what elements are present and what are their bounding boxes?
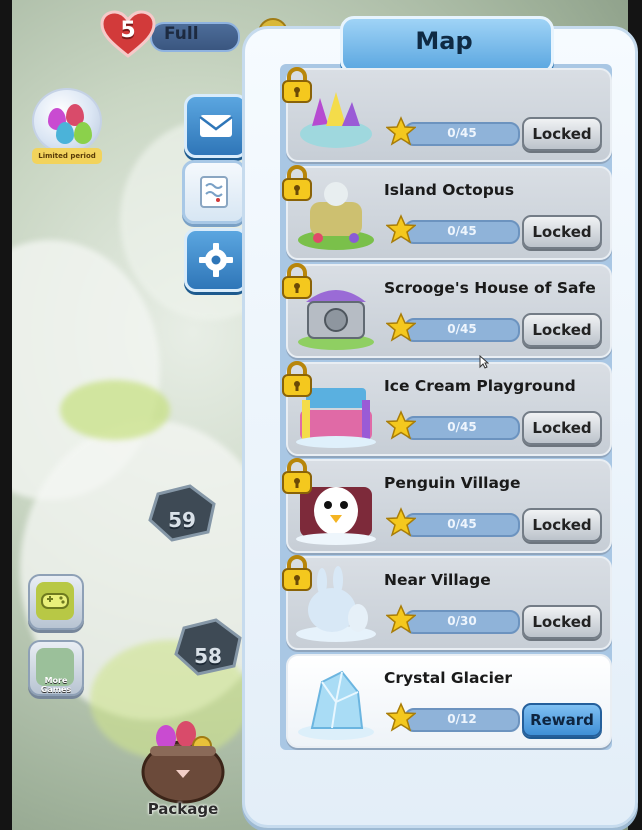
map-scroll-icon xyxy=(200,176,228,208)
locked-button[interactable]: Locked xyxy=(522,411,602,445)
padlock-icon xyxy=(280,457,314,495)
more-games-label: More Games xyxy=(40,676,72,694)
package-button[interactable] xyxy=(136,712,230,806)
tab-map[interactable] xyxy=(182,160,246,224)
egg-icon xyxy=(74,122,92,144)
star-icon xyxy=(385,116,417,146)
map-area-name: Island Octopus xyxy=(384,181,515,199)
locked-button[interactable]: Locked xyxy=(522,215,602,249)
star-progress-bar: 0/45 xyxy=(404,513,520,537)
limited-offer-button[interactable]: Limited period xyxy=(32,88,102,168)
lives-status-text: Full xyxy=(164,24,199,44)
left-letterbox xyxy=(0,0,12,830)
star-progress-bar: 0/45 xyxy=(404,220,520,244)
envelope-icon xyxy=(199,115,233,137)
more-games-button[interactable]: More Games xyxy=(28,640,84,696)
package-label: Package xyxy=(147,800,219,818)
star-icon xyxy=(385,214,417,244)
level-number: 59 xyxy=(168,508,196,532)
map-area-name: Near Village xyxy=(384,571,491,589)
map-area-card: Penguin Village 0/45 Locked xyxy=(282,458,612,553)
star-icon xyxy=(385,410,417,440)
star-icon xyxy=(385,507,417,537)
lives-count: 5 xyxy=(120,18,136,43)
star-icon xyxy=(385,702,417,732)
map-area-card: 0/45 Locked xyxy=(282,67,612,162)
locked-button[interactable]: Locked xyxy=(522,508,602,542)
level-number: 58 xyxy=(194,644,222,668)
star-progress-text: 0/45 xyxy=(447,322,477,336)
map-area-name: Scrooge's House of Safe xyxy=(384,279,596,297)
glacier-thumbnail xyxy=(292,662,380,742)
padlock-icon xyxy=(280,360,314,398)
locked-button[interactable]: Locked xyxy=(522,313,602,347)
locked-button[interactable]: Locked xyxy=(522,117,602,151)
map-area-card: Crystal Glacier 0/12 Reward xyxy=(286,654,612,748)
star-progress-bar: 0/12 xyxy=(404,708,520,732)
mouse-cursor-icon xyxy=(479,355,489,369)
map-area-card: Scrooge's House of Safe 0/45 Locked xyxy=(282,263,612,358)
games-button[interactable] xyxy=(28,574,84,630)
map-title: Map xyxy=(415,27,473,55)
star-progress-bar: 0/45 xyxy=(404,122,520,146)
padlock-icon xyxy=(280,262,314,300)
locked-button[interactable]: Locked xyxy=(522,605,602,639)
egg-basket-icon xyxy=(32,88,102,154)
game-screen: Full 5 Limited period More Games 59 58 P… xyxy=(0,0,642,830)
padlock-icon xyxy=(280,66,314,104)
star-progress-text: 0/12 xyxy=(447,712,477,726)
star-progress-bar: 0/45 xyxy=(404,416,520,440)
gear-icon xyxy=(199,243,233,277)
pot-icon xyxy=(141,721,225,804)
map-area-name: Ice Cream Playground xyxy=(384,377,576,395)
padlock-icon xyxy=(280,554,314,592)
map-area-name: Penguin Village xyxy=(384,474,521,492)
tab-settings[interactable] xyxy=(184,228,248,292)
star-progress-text: 0/45 xyxy=(447,420,477,434)
limited-offer-label: Limited period xyxy=(32,148,102,164)
star-progress-text: 0/45 xyxy=(447,517,477,531)
padlock-icon xyxy=(280,164,314,202)
reward-button[interactable]: Reward xyxy=(522,703,602,737)
star-progress-bar: 0/30 xyxy=(404,610,520,634)
star-progress-text: 0/45 xyxy=(447,126,477,140)
star-progress-text: 0/30 xyxy=(447,614,477,628)
map-area-card: Ice Cream Playground 0/45 Locked xyxy=(282,361,612,456)
map-area-card: Near Village 0/30 Locked xyxy=(282,555,612,650)
map-area-card: Island Octopus 0/45 Locked xyxy=(282,165,612,260)
background-bush xyxy=(60,380,170,440)
map-area-name: Crystal Glacier xyxy=(384,669,513,687)
star-icon xyxy=(385,604,417,634)
tab-mail[interactable] xyxy=(184,94,248,158)
gamepad-icon xyxy=(36,582,74,620)
star-icon xyxy=(385,312,417,342)
egg-icon xyxy=(56,122,74,144)
star-progress-text: 0/45 xyxy=(447,224,477,238)
star-progress-bar: 0/45 xyxy=(404,318,520,342)
